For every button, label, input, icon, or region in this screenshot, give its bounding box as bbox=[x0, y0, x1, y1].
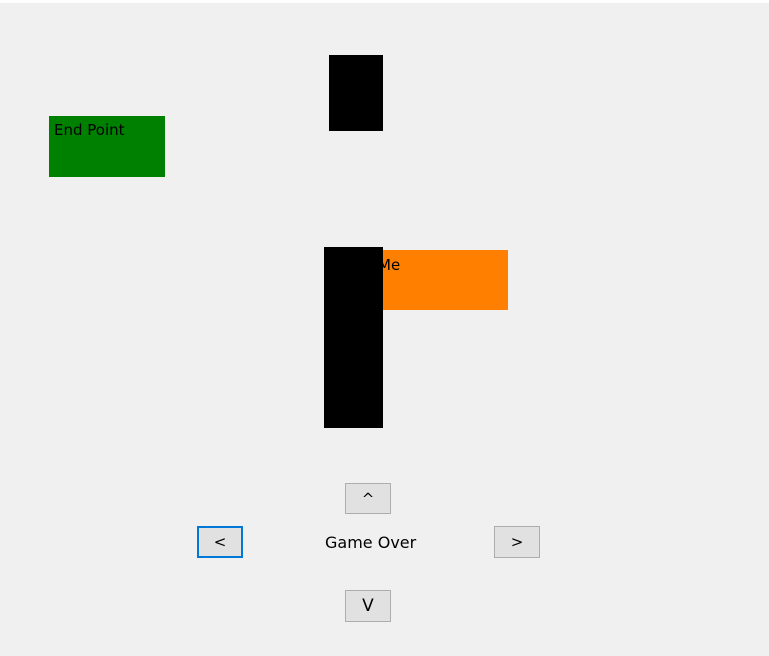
status-text: Game Over bbox=[325, 533, 417, 552]
left-button[interactable]: < bbox=[197, 526, 243, 558]
right-button[interactable]: > bbox=[494, 526, 540, 558]
up-button[interactable]: ^ bbox=[345, 483, 391, 514]
player-block: Me bbox=[372, 250, 508, 310]
wall-bottom bbox=[324, 247, 383, 428]
end-point-label: End Point bbox=[54, 121, 125, 139]
game-window: End Point Me ^ < Game Over > V bbox=[0, 3, 769, 656]
end-point-block: End Point bbox=[49, 116, 165, 177]
wall-top bbox=[329, 55, 383, 131]
down-button[interactable]: V bbox=[345, 590, 391, 622]
